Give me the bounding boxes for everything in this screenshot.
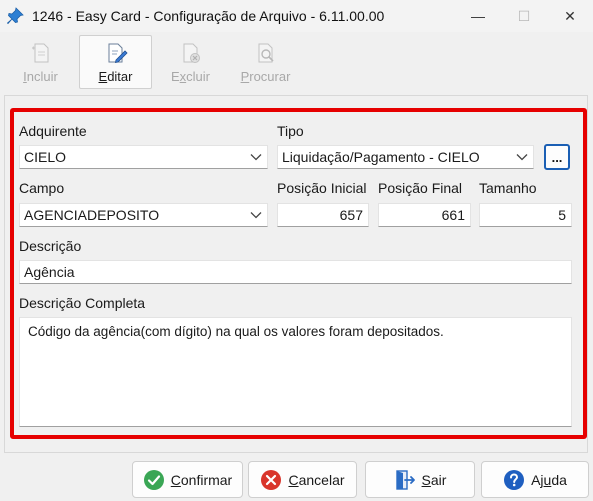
maximize-icon: ☐ xyxy=(517,7,531,24)
descricao-completa-label: Descrição Completa xyxy=(19,295,146,311)
sair-button[interactable]: Sair xyxy=(365,461,475,498)
help-circle-icon xyxy=(504,469,525,490)
posicao-final-label: Posição Final xyxy=(378,180,463,196)
edit-document-icon xyxy=(108,43,128,64)
search-document-icon xyxy=(258,43,274,63)
x-circle-icon xyxy=(261,469,282,490)
chevron-down-icon xyxy=(245,153,267,161)
button-bar: Confirmar Cancelar Sair Ajuda xyxy=(0,455,593,501)
confirmar-button[interactable]: Confirmar xyxy=(132,461,243,498)
incluir-button[interactable]: Incluir xyxy=(4,35,77,89)
add-document-icon xyxy=(31,43,48,63)
excluir-button[interactable]: Excluir xyxy=(154,35,227,89)
descricao-input[interactable]: Agência xyxy=(19,260,572,284)
minimize-button[interactable]: — xyxy=(455,0,501,32)
close-icon: ✕ xyxy=(564,7,576,24)
close-button[interactable]: ✕ xyxy=(547,0,593,32)
posicao-final-input[interactable]: 661 xyxy=(378,203,471,227)
ajuda-button[interactable]: Ajuda xyxy=(481,461,589,498)
tipo-label: Tipo xyxy=(277,123,304,139)
adquirente-select[interactable]: CIELO xyxy=(19,145,268,169)
posicao-inicial-label: Posição Inicial xyxy=(277,180,367,196)
tamanho-input[interactable]: 5 xyxy=(479,203,572,227)
campo-select[interactable]: AGENCIADEPOSITO xyxy=(19,203,268,227)
pin-icon xyxy=(6,7,24,25)
tipo-select[interactable]: Liquidação/Pagamento - CIELO xyxy=(277,145,534,169)
check-circle-icon xyxy=(143,469,164,490)
browse-button[interactable]: ... xyxy=(544,144,570,170)
title-bar: 1246 - Easy Card - Configuração de Arqui… xyxy=(0,0,593,32)
exit-door-icon xyxy=(395,469,415,490)
cancelar-button[interactable]: Cancelar xyxy=(248,461,357,498)
editar-button[interactable]: Editar xyxy=(79,35,152,89)
delete-document-icon xyxy=(183,43,200,63)
chevron-down-icon xyxy=(245,211,267,219)
descricao-completa-textarea[interactable]: Código da agência(com dígito) na qual os… xyxy=(19,317,572,427)
maximize-button[interactable]: ☐ xyxy=(501,0,547,32)
window-title: 1246 - Easy Card - Configuração de Arqui… xyxy=(32,8,385,24)
procurar-button[interactable]: Procurar xyxy=(229,35,302,89)
toolbar: Incluir Editar Excluir Procurar xyxy=(0,32,593,90)
posicao-inicial-input[interactable]: 657 xyxy=(277,203,369,227)
tamanho-label: Tamanho xyxy=(479,180,537,196)
minimize-icon: — xyxy=(471,8,485,24)
chevron-down-icon xyxy=(511,153,533,161)
descricao-label: Descrição xyxy=(19,238,82,254)
campo-label: Campo xyxy=(19,180,65,196)
adquirente-label: Adquirente xyxy=(19,123,87,139)
